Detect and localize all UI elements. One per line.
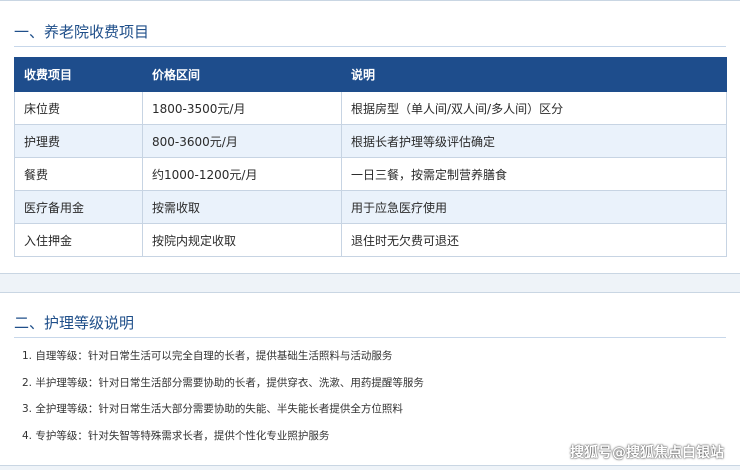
cell-item: 床位费: [14, 91, 143, 125]
cell-item: 医疗备用金: [14, 190, 143, 224]
fee-table: 收费项目 价格区间 说明 床位费 1800-3500元/月 根据房型（单人间/双…: [14, 57, 727, 257]
care-title-divider: [14, 337, 726, 338]
cell-description: 根据长者护理等级评估确定: [341, 124, 727, 158]
care-level-list: 1. 自理等级：针对日常生活可以完全自理的长者，提供基础生活照料与活动服务 2.…: [22, 347, 424, 453]
table-row: 护理费 800-3600元/月 根据长者护理等级评估确定: [14, 124, 727, 158]
cell-price: 约1000-1200元/月: [142, 157, 342, 191]
watermark: 搜狐号@搜狐焦点白银站: [570, 445, 724, 461]
cell-description: 一日三餐，按需定制营养膳食: [341, 157, 727, 191]
cell-price: 800-3600元/月: [142, 124, 342, 158]
list-item: 2. 半护理等级：针对日常生活部分需要协助的长者，提供穿衣、洗漱、用药提醒等服务: [22, 376, 424, 389]
list-item: 1. 自理等级：针对日常生活可以完全自理的长者，提供基础生活照料与活动服务: [22, 350, 393, 362]
table-row: 入住押金 按院内规定收取 退住时无欠费可退还: [14, 223, 727, 257]
cell-price: 按院内规定收取: [142, 223, 342, 257]
cell-price: 1800-3500元/月: [142, 91, 342, 125]
fee-table-header-row: 收费项目 价格区间 说明: [14, 57, 727, 92]
fee-section: 一、养老院收费项目 收费项目 价格区间 说明 床位费 1800-3500元/月 …: [0, 0, 740, 274]
fee-title-divider: [14, 46, 726, 47]
header-description: 说明: [341, 57, 727, 92]
cell-description: 退住时无欠费可退还: [341, 223, 727, 257]
cell-item: 餐费: [14, 157, 143, 191]
table-row: 医疗备用金 按需收取 用于应急医疗使用: [14, 190, 727, 224]
care-section-title: 二、护理等级说明: [14, 314, 135, 332]
fee-section-title: 一、养老院收费项目: [14, 23, 150, 41]
table-row: 餐费 约1000-1200元/月 一日三餐，按需定制营养膳食: [14, 157, 727, 191]
list-item: 4. 专护等级：针对失智等特殊需求长者，提供个性化专业照护服务: [22, 429, 330, 442]
cell-price: 按需收取: [142, 190, 342, 224]
header-price-range: 价格区间: [142, 57, 342, 92]
header-item: 收费项目: [14, 57, 143, 92]
cell-description: 根据房型（单人间/双人间/多人间）区分: [341, 91, 727, 125]
cell-description: 用于应急医疗使用: [341, 190, 727, 224]
table-row: 床位费 1800-3500元/月 根据房型（单人间/双人间/多人间）区分: [14, 91, 727, 125]
cell-item: 入住押金: [14, 223, 143, 257]
list-item: 3. 全护理等级：针对日常生活大部分需要协助的失能、半失能长者提供全方位照料: [22, 403, 403, 415]
care-level-section: 二、护理等级说明 1. 自理等级：针对日常生活可以完全自理的长者，提供基础生活照…: [0, 292, 740, 466]
cell-item: 护理费: [14, 124, 143, 158]
